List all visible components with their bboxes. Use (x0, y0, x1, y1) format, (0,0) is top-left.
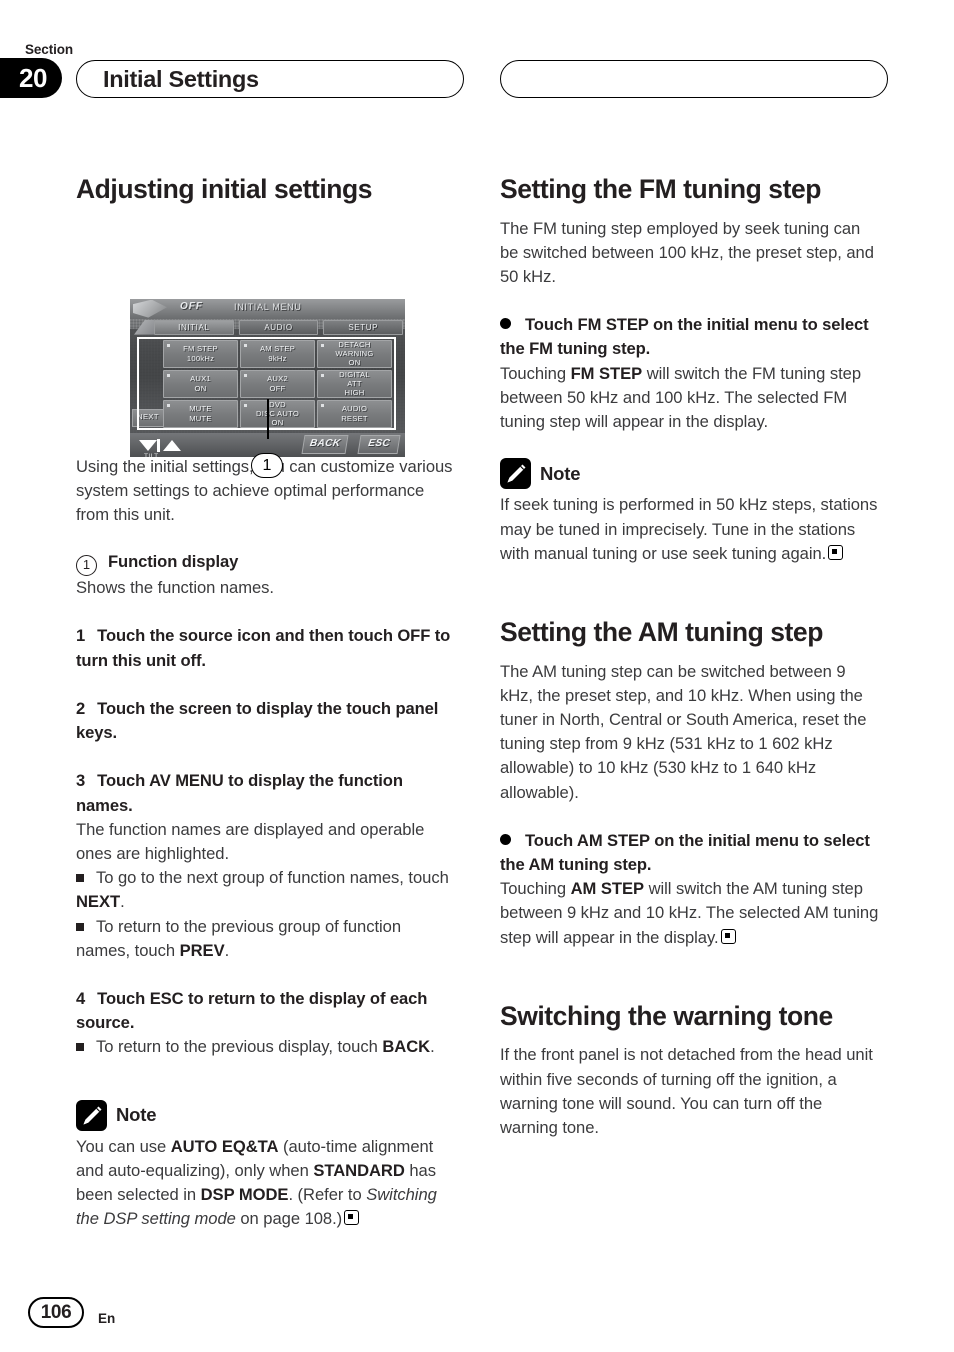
step-4-text: Touch ESC to return to the display of ea… (76, 988, 428, 1033)
bullet-strong: PREV (179, 940, 225, 960)
step-2-heading: 2 Touch the screen to display the touch p… (76, 697, 459, 745)
bullet-strong: BACK (382, 1037, 431, 1057)
bullet-pre: To return to the previous group of funct… (76, 916, 402, 960)
header-pill-right (500, 60, 888, 98)
callout-leader-line (267, 398, 269, 439)
am-intro: The AM tuning step can be switched betwe… (500, 661, 867, 802)
note-part-5: on page 108.) (235, 1209, 343, 1229)
header-left-title: Initial Settings (103, 66, 259, 92)
tilt-label: TILT (144, 452, 159, 457)
round-bullet-icon (500, 318, 511, 330)
step-4-bullet-1: To return to the previous display, touch… (76, 1035, 459, 1059)
initial-menu-title: INITIAL MENU (234, 301, 302, 312)
tilt-down-icon[interactable] (139, 439, 157, 451)
language-code: En (98, 1311, 116, 1326)
key-back[interactable]: BACK (301, 434, 349, 454)
section-word: Section (25, 42, 74, 57)
fm-body-part-1: Touching (500, 363, 571, 383)
step-4-number: 4 (76, 988, 86, 1008)
fm-action-text: Touch FM STEP on the initial menu to sel… (500, 315, 869, 359)
square-bullet-icon (76, 1043, 84, 1052)
fm-action-body: Touching FM STEP will switch the FM tuni… (500, 362, 883, 435)
bullet-pre: To go to the next group of function name… (96, 868, 449, 888)
fm-note-heading: Note (500, 458, 883, 490)
device-tabs: INITIAL AUDIO SETUP (154, 319, 404, 335)
tilt-divider (157, 438, 160, 452)
am-action-text: Touch AM STEP on the initial menu to sel… (500, 830, 870, 874)
fm-note-text: If seek tuning is performed in 50 kHz st… (500, 493, 883, 566)
fm-body-bold-1: FM STEP (570, 363, 643, 383)
tab-initial[interactable]: INITIAL (154, 319, 234, 335)
fm-note-label: Note (540, 462, 581, 484)
square-bullet-icon (76, 874, 84, 883)
note-part-4: . (Refer to (288, 1184, 367, 1204)
pencil-icon (500, 458, 531, 490)
section-number-badge: 20 (0, 58, 62, 98)
device-figure: OFF INITIAL MENU INITIAL AUDIO SETUP FM … (76, 221, 459, 478)
step-1-number: 1 (76, 626, 86, 646)
step-4-heading: 4 Touch ESC to return to the display of e… (76, 987, 459, 1035)
end-of-note-icon (720, 928, 736, 944)
left-note-heading: Note (76, 1099, 459, 1131)
fm-intro: The FM tuning step employed by seek tuni… (500, 218, 874, 287)
step-3-bullet-2: To return to the previous group of funct… (76, 915, 459, 963)
page-footer: 106 En (28, 1297, 115, 1328)
step-3-bullet-1: To go to the next group of function name… (76, 866, 459, 914)
step-1-heading: 1 Touch the source icon and then touch OF… (76, 624, 459, 672)
warning-tone-intro: If the front panel is not detached from … (500, 1045, 873, 1138)
tab-audio[interactable]: AUDIO (238, 319, 319, 335)
left-note-label: Note (116, 1104, 157, 1126)
key-esc[interactable]: ESC (357, 434, 401, 454)
square-bullet-icon (76, 922, 84, 931)
note-bold-3: DSP MODE (200, 1184, 289, 1204)
end-of-note-icon (344, 1210, 360, 1226)
am-action-heading: Touch AM STEP on the initial menu to sel… (500, 829, 883, 877)
callout-item-number: 1 (76, 555, 97, 577)
header-pill-left: Initial Settings (76, 60, 464, 98)
page-number: 106 (28, 1297, 84, 1328)
off-label[interactable]: OFF (180, 301, 203, 312)
page-header: Section 20 Initial Settings (0, 36, 954, 114)
step-1-text: Touch the source icon and then touch OFF… (76, 626, 451, 670)
manual-page: Section 20 Initial Settings Adjusting in… (0, 0, 954, 1352)
left-note-text: You can use AUTO EQ&TA (auto-time alignm… (76, 1135, 459, 1232)
am-action-body: Touching AM STEP will switch the AM tuni… (500, 877, 883, 950)
bullet-post: . (120, 892, 125, 912)
fm-note-body: If seek tuning is performed in 50 kHz st… (500, 495, 878, 563)
callout-number-1: 1 (251, 452, 283, 478)
am-section-title: Setting the AM tuning step (500, 616, 823, 647)
am-body-part-1: Touching (500, 879, 571, 899)
warning-tone-section-title: Switching the warning tone (500, 1000, 833, 1031)
end-of-note-icon (828, 544, 844, 560)
am-body-bold-1: AM STEP (570, 879, 645, 899)
note-bold-2: STANDARD (313, 1160, 405, 1180)
callout-item-description: Shows the function names. (76, 578, 274, 598)
bullet-strong: NEXT (76, 892, 121, 912)
note-part-1: You can use (76, 1136, 171, 1156)
left-column: Adjusting initial settings OFF INITIAL M… (76, 174, 459, 1232)
round-bullet-icon (500, 833, 511, 845)
fm-section-title: Setting the FM tuning step (500, 174, 821, 204)
bullet-post: . (430, 1037, 435, 1057)
bullet-post: . (224, 940, 230, 960)
note-bold-1: AUTO EQ&TA (170, 1136, 279, 1156)
callout-item-term: 1 Function display (76, 550, 459, 577)
step-2-number: 2 (76, 698, 86, 718)
step-3-number: 3 (76, 771, 86, 791)
tab-setup[interactable]: SETUP (323, 319, 404, 335)
callout-item-label: Function display (108, 552, 239, 572)
bullet-pre: To return to the previous display, touch (96, 1037, 383, 1057)
pencil-icon (76, 1099, 107, 1131)
step-3-text: Touch AV MENU to display the function na… (76, 771, 403, 815)
fm-action-heading: Touch FM STEP on the initial menu to sel… (500, 313, 883, 361)
right-column: Setting the FM tuning step The FM tuning… (500, 174, 883, 1140)
step-3-body: The function names are displayed and ope… (76, 819, 425, 863)
tilt-up-icon[interactable] (163, 439, 181, 451)
step-3-heading: 3 Touch AV MENU to display the function n… (76, 769, 459, 817)
left-section-title: Adjusting initial settings (76, 174, 373, 204)
step-2-text: Touch the screen to display the touch pa… (76, 698, 439, 743)
